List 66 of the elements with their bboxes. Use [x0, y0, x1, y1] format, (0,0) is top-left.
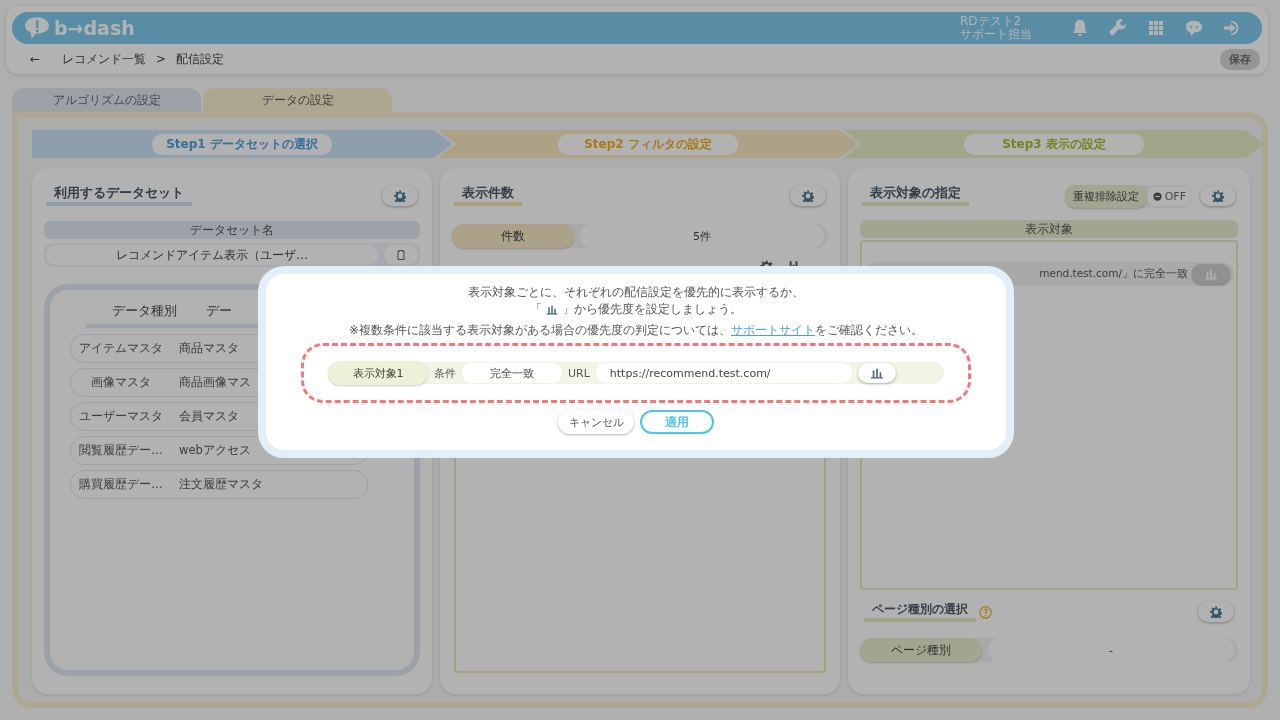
dedupe-label: 重複排除設定: [1064, 184, 1147, 208]
table-cell: 商品マスタ: [179, 341, 239, 356]
grid-icon[interactable]: [1146, 18, 1166, 38]
minus-circle-icon: [1152, 191, 1162, 201]
settings-button[interactable]: [790, 186, 826, 206]
settings-icon: [394, 190, 406, 202]
page-type-value: -: [988, 638, 1234, 662]
dialog-message: 表示対象ごとに、それぞれの配信設定を優先的に表示するか、: [468, 284, 804, 300]
back-arrow[interactable]: ←: [30, 52, 41, 66]
condition-field[interactable]: 完全一致: [462, 363, 562, 383]
column-header: 表示対象: [860, 220, 1238, 238]
table-cell: 商品画像マス: [179, 375, 251, 390]
wrench-icon[interactable]: [1108, 18, 1128, 38]
help-icon[interactable]: [979, 605, 992, 619]
bar-chart-icon: [869, 367, 884, 379]
settings-button[interactable]: [1200, 186, 1236, 206]
table-cell: webアクセス: [179, 443, 251, 458]
tab[interactable]: アルゴリズムの設定: [12, 88, 201, 112]
target-text: mend.test.com/」に完全一致: [1039, 267, 1188, 281]
clipboard-button[interactable]: [384, 245, 418, 265]
bell-icon[interactable]: [1070, 18, 1090, 38]
cancel-button[interactable]: キャンセル: [558, 410, 634, 434]
dedupe-toggle[interactable]: OFF: [1146, 186, 1192, 206]
table-cell-text: 閲覧履歴デー…: [78, 443, 164, 458]
dataset-name-field[interactable]: レコメンドアイテム表示（ユーザ…: [46, 245, 378, 265]
table-cell-text: 画像マスタ: [90, 375, 152, 390]
panel-title: 表示件数: [454, 186, 522, 206]
count-label: 件数: [452, 224, 574, 248]
logo-text: b→dash: [54, 17, 135, 39]
url-field[interactable]: https://recommend.test.com/: [595, 363, 852, 383]
condition-label: 条件: [434, 365, 456, 381]
table-cell: 注文履歴マスタ: [179, 477, 263, 492]
breadcrumb-current: 配信設定: [176, 50, 225, 68]
url-label: URL: [568, 366, 590, 380]
panel-title: 利用するデータセット: [46, 186, 192, 206]
priority-button[interactable]: [857, 363, 896, 383]
settings-button[interactable]: [1198, 602, 1234, 622]
clipboard-icon: [395, 249, 407, 261]
column-heading: デー: [206, 302, 232, 320]
user-name: RDテスト2: [960, 15, 1023, 28]
column-header: データセット名: [44, 221, 420, 239]
page-type-label: ページ種別: [860, 638, 982, 662]
breadcrumb-separator: >: [156, 52, 167, 66]
section-title: ページ種別の選択: [864, 602, 976, 622]
dialog-message: 」から優先度を設定しましょう。: [562, 301, 742, 318]
user-role: サポート担当: [960, 28, 1032, 41]
column-heading: データ種別: [110, 302, 178, 320]
rule-label: 表示対象1: [328, 361, 428, 385]
chat-face-icon[interactable]: [1184, 18, 1204, 38]
settings-icon: [802, 190, 814, 202]
count-value: 5件: [580, 224, 824, 248]
table-cell-text: 購買履歴デー…: [78, 477, 164, 492]
tab[interactable]: データの設定: [203, 88, 392, 112]
breadcrumb-link[interactable]: レコメンド一覧: [62, 50, 147, 68]
table-cell-text: ユーザーマスタ: [78, 409, 164, 424]
table-cell: 会員マスタ: [179, 409, 239, 424]
bar-chart-icon: [546, 303, 558, 315]
settings-icon: [1210, 606, 1222, 618]
table-cell-text: アイテムマスタ: [78, 341, 164, 356]
dialog-message: 「: [530, 301, 542, 318]
settings-icon: [1212, 190, 1224, 202]
speech-bubble-logo-icon: [24, 16, 50, 40]
bar-chart-icon: [1204, 268, 1218, 280]
panel-title: 表示対象の指定: [862, 186, 969, 206]
dialog-note: ※複数条件に該当する表示対象がある場合の優先度の判定については、サポートサイト をご確認ください。: [348, 323, 924, 337]
settings-button[interactable]: [382, 186, 418, 206]
